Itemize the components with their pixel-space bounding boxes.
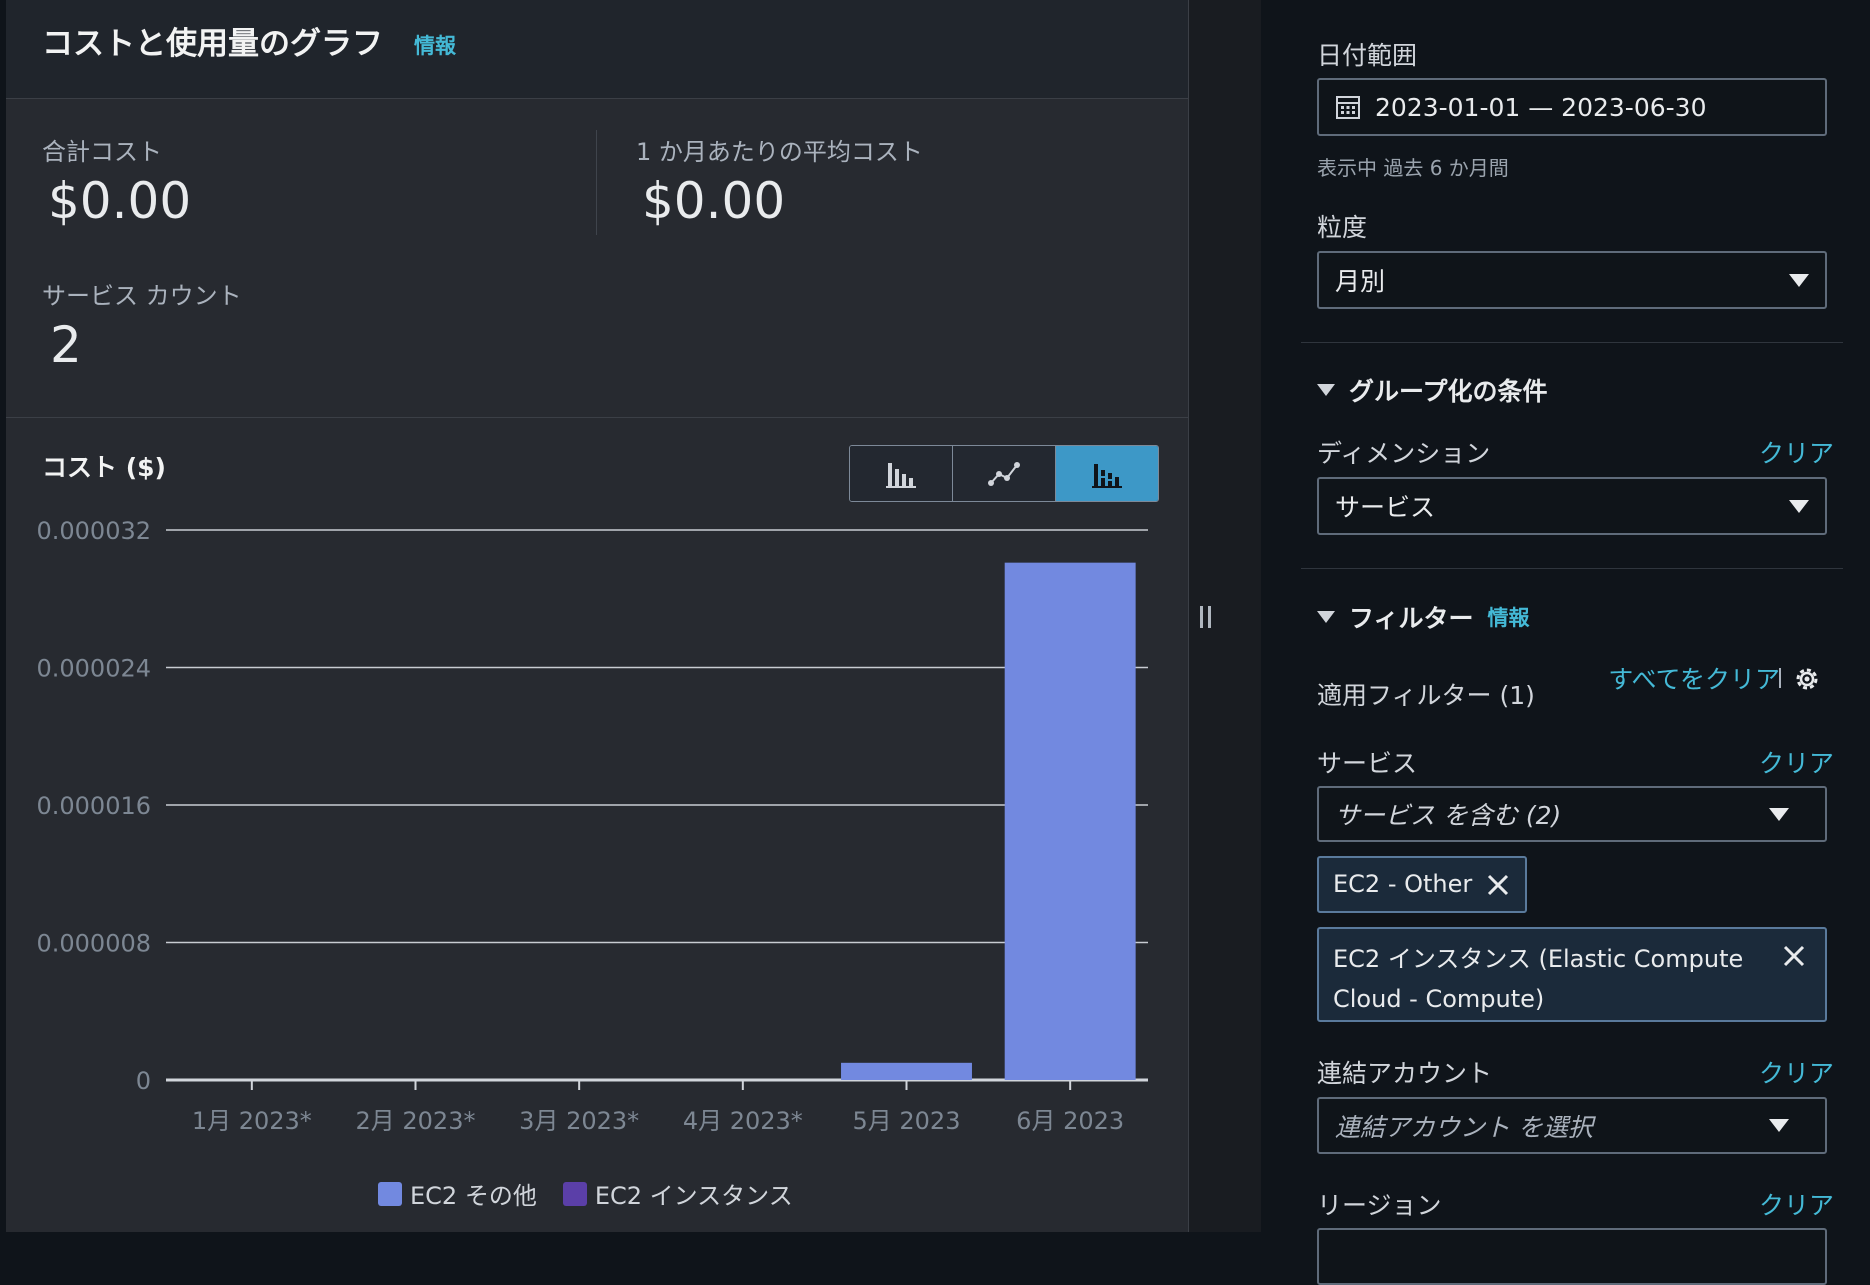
date-range-label: 日付範囲 [1317,41,1418,70]
date-range-picker[interactable]: 2023-01-01 — 2023-06-30 [1317,78,1827,136]
avg-cost-value: $0.00 [642,172,786,230]
x-tick-label: 1月 2023* [192,1107,312,1135]
service-filter-label: サービス [1317,749,1418,778]
caret-down-icon [1789,499,1809,513]
close-icon[interactable] [1485,872,1511,898]
cost-usage-panel: コストと使用量のグラフ 情報 合計コスト $0.00 1 か月あたりの平均コスト… [6,0,1189,1232]
x-tick-label: 6月 2023 [1016,1107,1124,1135]
bar [841,1062,972,1080]
dimension-select[interactable]: サービス [1317,477,1827,535]
line-chart-button[interactable] [953,446,1056,501]
x-tick-label: 3月 2023* [519,1107,639,1135]
group-by-toggle[interactable]: グループ化の条件 [1317,372,1548,408]
caret-down-icon [1769,807,1789,821]
panel-header: コストと使用量のグラフ 情報 [6,0,1188,99]
service-filter-select[interactable]: サービス を含む (2) [1317,786,1827,842]
legend-label: EC2 その他 [410,1182,537,1210]
date-range-value: 2023-01-01 — 2023-06-30 [1375,92,1707,122]
dimension-value: サービス [1335,493,1436,522]
caret-down-icon [1789,273,1809,287]
total-cost-value: $0.00 [48,172,192,230]
group-by-heading: グループ化の条件 [1349,377,1548,406]
legend-item[interactable]: EC2 その他 [378,1176,537,1211]
legend-label: EC2 インスタンス [594,1182,793,1210]
info-link[interactable]: 情報 [414,30,456,60]
bar-chart-icon [886,462,916,488]
caret-down-icon [1317,384,1335,396]
applied-filters-label: 適用フィルター (1) [1317,681,1535,710]
filter-token-ec2-instance: EC2 インスタンス (Elastic Compute Cloud - Comp… [1317,927,1827,1022]
y-tick-label: 0.000032 [36,517,151,545]
section-divider [6,417,1188,418]
region-clear-link[interactable]: クリア [1759,1186,1834,1222]
bar-chart-button[interactable] [850,446,953,501]
filter-info-link[interactable]: 情報 [1488,602,1530,632]
service-count-value: 2 [50,316,82,374]
stacked-bar-chart-button[interactable] [1056,446,1158,501]
avg-cost-label: 1 か月あたりの平均コスト [636,138,923,166]
token-label: EC2 インスタンス (Elastic Compute Cloud - Comp… [1333,945,1744,1013]
caret-down-icon [1769,1119,1789,1132]
filter-heading: フィルター [1349,604,1474,633]
metric-divider [596,130,597,235]
linked-account-clear-link[interactable]: クリア [1759,1054,1834,1090]
y-tick-label: 0.000024 [36,655,151,683]
service-clear-link[interactable]: クリア [1759,744,1834,780]
section-divider [1301,342,1843,343]
chart-title: コスト ($) [42,453,166,482]
filter-toggle[interactable]: フィルター 情報 [1317,599,1530,635]
y-tick-label: 0.000008 [36,930,151,958]
page-title: コストと使用量のグラフ [42,26,383,62]
x-tick-label: 4月 2023* [683,1107,803,1135]
x-tick-label: 2月 2023* [356,1107,476,1135]
granularity-select[interactable]: 月別 [1317,251,1827,309]
bar [1004,562,1136,1080]
legend-item[interactable]: EC2 インスタンス [562,1176,793,1211]
calendar-icon [1336,96,1360,119]
clear-all-link[interactable]: すべてをクリア [1608,660,1780,696]
date-range-hint: 表示中 過去 6 か月間 [1317,156,1509,180]
filter-token-ec2-other: EC2 - Other [1317,856,1527,913]
service-count-label: サービス カウント [42,282,242,310]
section-divider [1301,568,1843,569]
chart-legend: EC2 その他 EC2 インスタンス [378,1176,793,1211]
dimension-clear-link[interactable]: クリア [1759,434,1834,470]
link-divider [1779,668,1781,688]
linked-account-label: 連結アカウント [1317,1059,1493,1088]
y-tick-label: 0.000016 [36,792,151,820]
granularity-value: 月別 [1335,267,1386,296]
region-label: リージョン [1317,1191,1442,1220]
region-select[interactable] [1317,1228,1827,1285]
service-filter-value: サービス を含む (2) [1335,801,1562,830]
total-cost-label: 合計コスト [42,138,162,166]
filter-panel: 日付範囲 2023-01-01 — 2023-06-30 表示中 過去 6 か月… [1261,0,1870,1285]
granularity-label: 粒度 [1317,213,1368,242]
gear-icon[interactable] [1792,664,1822,694]
legend-swatch [562,1181,587,1206]
token-label: EC2 - Other [1333,870,1473,898]
stacked-bar-chart-icon [1092,463,1122,488]
legend-swatch [378,1181,402,1206]
resize-handle[interactable] [1200,606,1214,628]
dimension-label: ディメンション [1317,439,1491,468]
close-icon[interactable] [1781,943,1807,969]
y-tick-label: 0 [136,1067,151,1095]
linked-account-select[interactable]: 連結アカウント を選択 [1317,1097,1827,1154]
linked-account-placeholder: 連結アカウント を選択 [1335,1112,1593,1142]
x-tick-label: 5月 2023 [853,1107,961,1135]
panel-gutter [1189,0,1261,1232]
caret-down-icon [1317,611,1335,623]
line-chart-icon [988,461,1020,486]
chart-type-toggle [849,445,1159,502]
